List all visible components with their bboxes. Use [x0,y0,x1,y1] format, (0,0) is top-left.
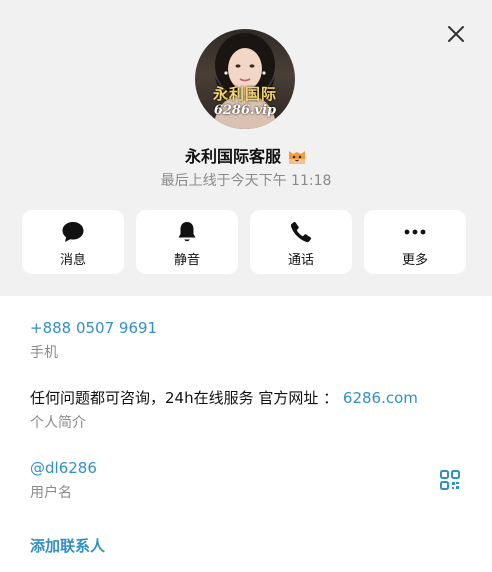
bio-text: 任何问题都可咨询，24h在线服务 官方网址 ： [30,389,339,407]
last-seen-status: 最后上线于今天下午 11:18 [160,173,332,189]
close-icon [448,26,464,42]
call-button[interactable]: 通话 [250,210,352,274]
message-icon [62,222,84,242]
action-bar: 消息 静音 通话 更多 [22,210,468,274]
call-button-label: 通话 [287,253,314,268]
mute-button-label: 静音 [173,253,200,268]
avatar-badge: 永利国际 6286.vip [203,85,287,123]
avatar-brand-text: 永利国际 [212,85,277,103]
profile-name: 永利国际客服 [0,143,492,167]
profile-panel: 永利国际 6286.vip 永利国际客服 最后上线于今天下午 11:18 消息 … [0,0,492,572]
profile-name-text: 永利国际客服 [184,147,281,166]
bio-value: 任何问题都可咨询，24h在线服务 官方网址 ： 6286.com [30,388,460,408]
username-value[interactable]: @dl6286 [30,458,460,478]
more-button[interactable]: 更多 [364,210,466,274]
phone-icon [290,221,312,243]
phone-caption: 手机 [30,345,58,361]
qr-code-icon[interactable] [440,470,460,490]
more-icon [404,229,426,235]
bio-section: 任何问题都可咨询，24h在线服务 官方网址 ： 6286.com 个人简介 [30,388,460,432]
username-caption: 用户名 [30,485,72,501]
bio-website-link[interactable]: 6286.com [343,389,418,407]
close-button[interactable] [442,20,470,48]
more-button-label: 更多 [401,253,428,268]
message-button-label: 消息 [59,253,86,268]
bio-caption: 个人简介 [30,415,86,431]
avatar-domain-text: 6286.vip [213,103,277,118]
cat-face-emoji-icon [289,151,305,164]
username-section[interactable]: @dl6286 用户名 [30,458,460,502]
bell-icon [178,222,196,242]
mute-button[interactable]: 静音 [136,210,238,274]
phone-section[interactable]: +888 0507 9691 手机 [30,318,460,362]
add-contact-button[interactable]: 添加联系人 [30,535,105,556]
phone-number[interactable]: +888 0507 9691 [30,318,460,338]
message-button[interactable]: 消息 [22,210,124,274]
avatar[interactable]: 永利国际 6286.vip [195,29,295,129]
